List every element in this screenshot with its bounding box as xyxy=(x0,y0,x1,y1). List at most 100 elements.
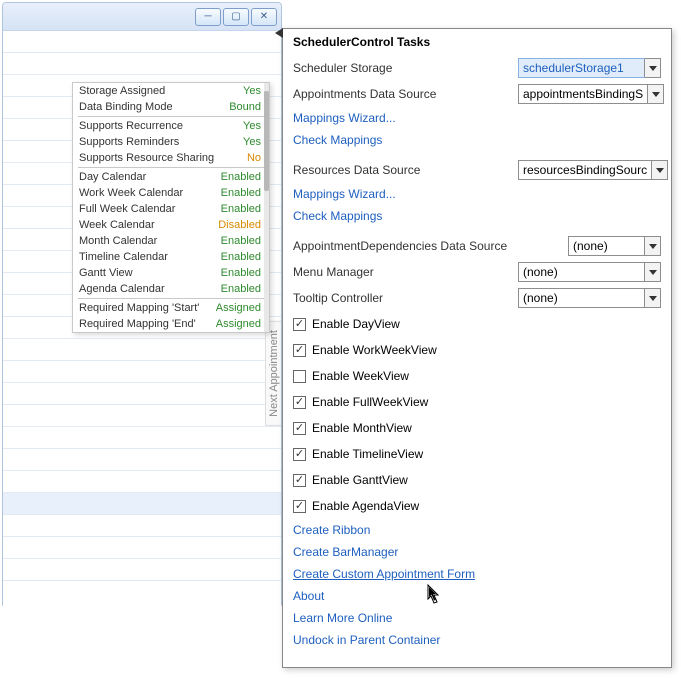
checkbox[interactable] xyxy=(293,422,306,435)
resources-check-mappings-link[interactable]: Check Mappings xyxy=(293,205,661,227)
appointments-check-mappings-link[interactable]: Check Mappings xyxy=(293,129,661,151)
property-name: Required Mapping 'End' xyxy=(79,317,196,331)
property-row: Gantt ViewEnabled xyxy=(73,265,269,281)
calendar-row[interactable] xyxy=(3,559,281,581)
property-name: Data Binding Mode xyxy=(79,100,173,114)
checkbox[interactable] xyxy=(293,448,306,461)
property-name: Work Week Calendar xyxy=(79,186,183,200)
property-value: Yes xyxy=(243,119,261,133)
create-custom-appointment-form-link[interactable]: Create Custom Appointment Form xyxy=(293,563,661,585)
checkbox[interactable] xyxy=(293,474,306,487)
popup-scrollbar[interactable] xyxy=(264,83,269,332)
checkbox[interactable] xyxy=(293,396,306,409)
appt-deps-value: (none) xyxy=(569,237,644,255)
learn-more-online-link[interactable]: Learn More Online xyxy=(293,607,661,629)
property-row: Required Mapping 'End' Assigned xyxy=(73,316,269,332)
scheduler-storage-value: schedulerStorage1 xyxy=(518,58,645,78)
resources-ds-select[interactable]: resourcesBindingSourc xyxy=(518,160,668,180)
checkbox-label: Enable AgendaView xyxy=(312,499,419,513)
create-ribbon-link[interactable]: Create Ribbon xyxy=(293,519,661,541)
checkbox-label: Enable GanttView xyxy=(312,473,408,487)
minimize-button[interactable]: ─ xyxy=(195,8,221,26)
smart-tag-arrow-icon[interactable] xyxy=(275,28,285,38)
property-value: Assigned xyxy=(216,301,261,315)
undock-link[interactable]: Undock in Parent Container xyxy=(293,629,661,651)
enable-view-row: Enable TimelineView xyxy=(293,441,661,467)
property-value: Assigned xyxy=(216,317,261,331)
appt-deps-select[interactable]: (none) xyxy=(568,236,661,256)
menu-manager-select[interactable]: (none) xyxy=(518,262,661,282)
property-row: Required Mapping 'Start'Assigned xyxy=(73,300,269,316)
tooltip-controller-select[interactable]: (none) xyxy=(518,288,661,308)
calendar-row[interactable] xyxy=(3,449,281,471)
property-value: Enabled xyxy=(221,186,261,200)
property-summary-popup: Storage AssignedYesData Binding ModeBoun… xyxy=(72,82,270,333)
checkbox[interactable] xyxy=(293,370,306,383)
tooltip-controller-value: (none) xyxy=(519,289,644,307)
next-appointment-tab[interactable]: Next Appointment xyxy=(265,321,281,426)
popup-scroll-thumb[interactable] xyxy=(264,91,269,191)
scheduler-storage-select[interactable]: schedulerStorage1 xyxy=(518,58,661,78)
property-value: Enabled xyxy=(221,234,261,248)
appointments-ds-select[interactable]: appointmentsBindingS xyxy=(518,84,664,104)
property-row: Full Week CalendarEnabled xyxy=(73,201,269,217)
chevron-down-icon xyxy=(656,166,664,174)
calendar-row[interactable] xyxy=(3,361,281,383)
enable-view-row: Enable FullWeekView xyxy=(293,389,661,415)
close-button[interactable]: ✕ xyxy=(251,8,277,26)
maximize-icon: ▢ xyxy=(231,11,240,22)
calendar-row[interactable] xyxy=(3,427,281,449)
checkbox[interactable] xyxy=(293,500,306,513)
scheduler-storage-label: Scheduler Storage xyxy=(293,61,518,75)
checkbox[interactable] xyxy=(293,318,306,331)
property-row: Agenda CalendarEnabled xyxy=(73,281,269,297)
checkbox-label: Enable MonthView xyxy=(312,421,412,435)
calendar-row[interactable] xyxy=(3,493,281,515)
about-link[interactable]: About xyxy=(293,585,661,607)
checkbox[interactable] xyxy=(293,344,306,357)
property-name: Week Calendar xyxy=(79,218,155,232)
menu-manager-label: Menu Manager xyxy=(293,265,518,279)
menu-manager-dropdown-button[interactable] xyxy=(644,263,660,281)
calendar-row[interactable] xyxy=(3,31,281,53)
titlebar: ─ ▢ ✕ xyxy=(3,3,281,31)
checkbox-label: Enable DayView xyxy=(312,317,400,331)
resources-ds-dropdown-button[interactable] xyxy=(651,161,667,179)
calendar-row[interactable] xyxy=(3,53,281,75)
checkbox-label: Enable WorkWeekView xyxy=(312,343,437,357)
appointments-ds-dropdown-button[interactable] xyxy=(647,85,663,103)
tooltip-controller-label: Tooltip Controller xyxy=(293,291,518,305)
resources-mappings-wizard-link[interactable]: Mappings Wizard... xyxy=(293,183,661,205)
property-row: Day CalendarEnabled xyxy=(73,169,269,185)
appointments-ds-value: appointmentsBindingS xyxy=(519,85,647,103)
property-value: Enabled xyxy=(221,202,261,216)
chevron-down-icon xyxy=(649,242,657,250)
appt-deps-dropdown-button[interactable] xyxy=(644,237,660,255)
maximize-button[interactable]: ▢ xyxy=(223,8,249,26)
calendar-row[interactable] xyxy=(3,405,281,427)
scheduler-tasks-panel: SchedulerControl Tasks Scheduler Storage… xyxy=(282,28,672,668)
calendar-row[interactable] xyxy=(3,537,281,559)
resources-ds-label: Resources Data Source xyxy=(293,163,518,177)
scheduler-storage-dropdown-button[interactable] xyxy=(644,59,660,77)
property-row: Month Calendar Enabled xyxy=(73,233,269,249)
property-value: Enabled xyxy=(221,266,261,280)
property-name: Agenda Calendar xyxy=(79,282,165,296)
calendar-row[interactable] xyxy=(3,383,281,405)
property-row: Timeline CalendarEnabled xyxy=(73,249,269,265)
calendar-row[interactable] xyxy=(3,339,281,361)
menu-manager-value: (none) xyxy=(519,263,644,281)
property-value: Bound xyxy=(229,100,261,114)
property-name: Supports Resource Sharing xyxy=(79,151,214,165)
checkbox-label: Enable FullWeekView xyxy=(312,395,428,409)
enable-view-row: Enable WorkWeekView xyxy=(293,337,661,363)
property-name: Month Calendar xyxy=(79,234,157,248)
appointments-mappings-wizard-link[interactable]: Mappings Wizard... xyxy=(293,107,661,129)
close-icon: ✕ xyxy=(260,11,268,22)
calendar-row[interactable] xyxy=(3,471,281,493)
tooltip-controller-dropdown-button[interactable] xyxy=(644,289,660,307)
calendar-row[interactable] xyxy=(3,515,281,537)
property-row: Week CalendarDisabled xyxy=(73,217,269,233)
tasks-title: SchedulerControl Tasks xyxy=(293,35,661,49)
create-barmanager-link[interactable]: Create BarManager xyxy=(293,541,661,563)
